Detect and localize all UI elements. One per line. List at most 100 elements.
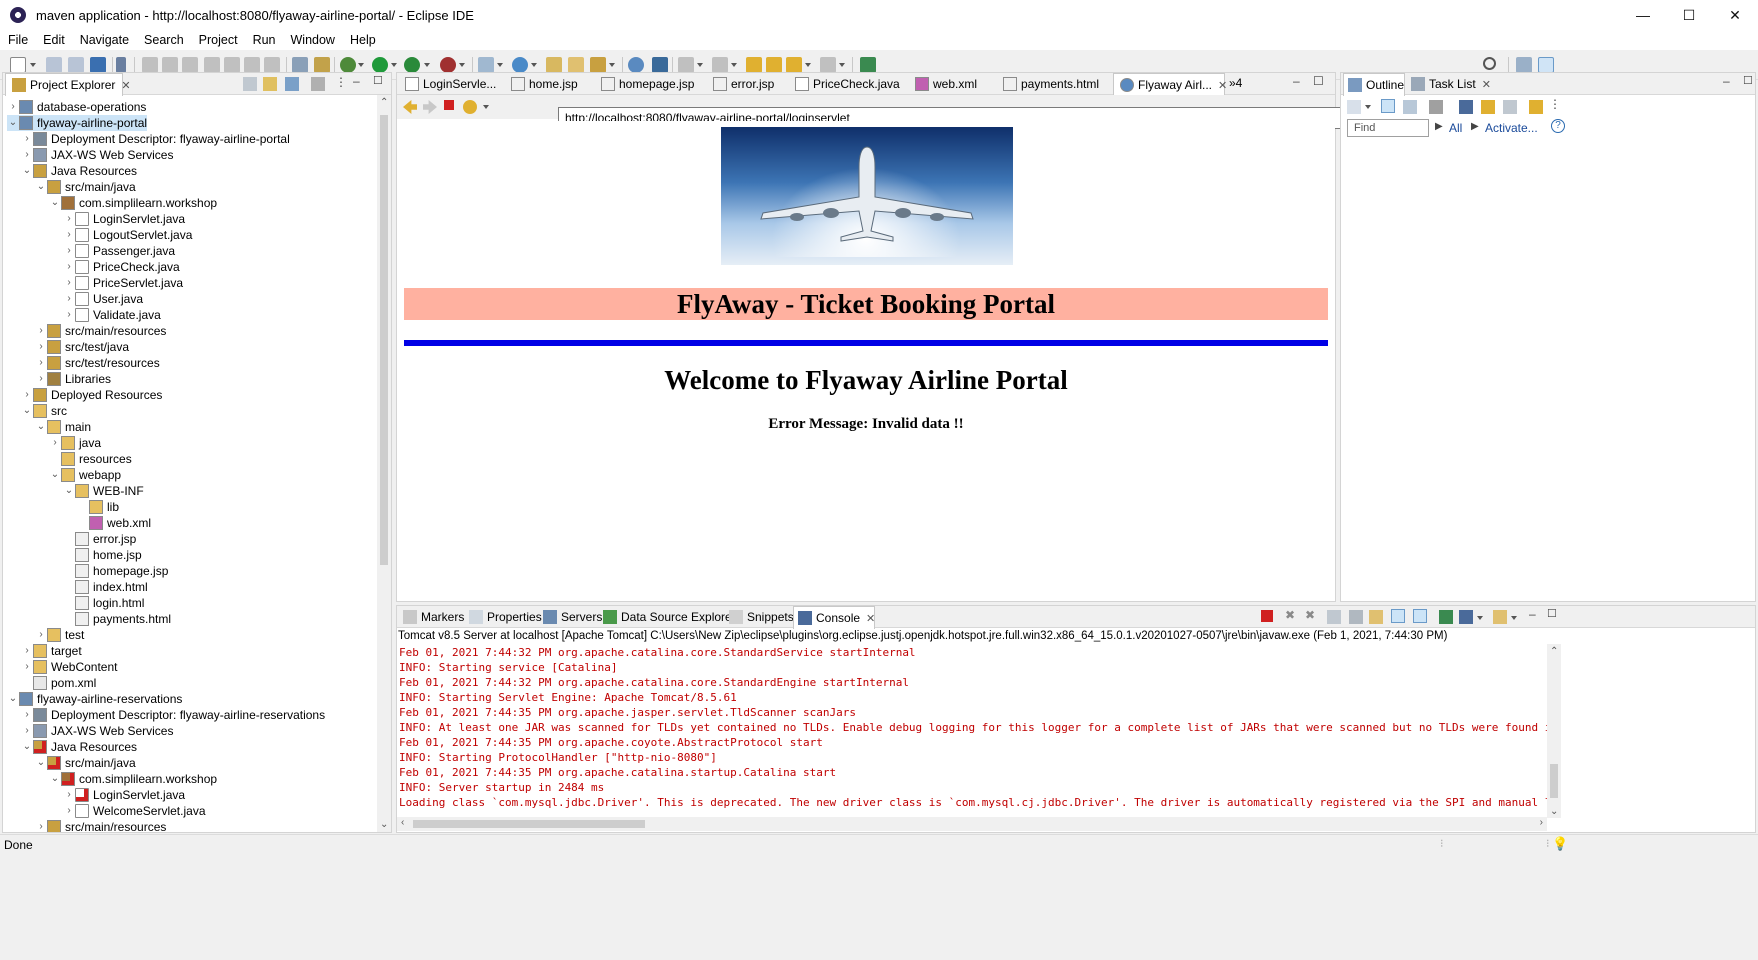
chevron-down-icon[interactable] [805, 63, 811, 67]
tree-item[interactable]: login.html [63, 595, 144, 611]
back-icon[interactable] [403, 100, 417, 114]
chevron-down-icon[interactable] [609, 63, 615, 67]
tree-item[interactable]: ⌄ webapp [49, 467, 121, 483]
refresh-icon[interactable] [463, 100, 477, 114]
collapse-arrow-icon[interactable]: › [21, 707, 33, 723]
show-on-stdout-icon[interactable] [1391, 609, 1405, 623]
terminate-icon[interactable] [1261, 610, 1273, 622]
tree-item[interactable]: ⌄ main [35, 419, 91, 435]
chevron-down-icon[interactable] [391, 63, 397, 67]
expand-arrow-icon[interactable]: ⌄ [63, 483, 75, 499]
tab-outline[interactable]: Outline [1343, 73, 1405, 96]
debug-icon[interactable] [340, 57, 356, 73]
tree-item[interactable]: › Deployment Descriptor: flyaway-airline-… [21, 707, 325, 723]
tree-item[interactable]: error.jsp [63, 531, 136, 547]
expand-arrow-icon[interactable]: ⌄ [21, 163, 33, 179]
tree-item[interactable]: › Deployment Descriptor: flyaway-airline-… [21, 131, 290, 147]
expand-arrow-icon[interactable]: ⌄ [7, 115, 19, 131]
tree-item[interactable]: › src/test/resources [35, 355, 160, 371]
open-perspective-icon[interactable] [1516, 57, 1532, 73]
collapse-arrow-icon[interactable]: › [35, 627, 47, 643]
tree-item[interactable]: ⌄ com.simplilearn.workshop [49, 195, 217, 211]
globe-icon[interactable] [628, 57, 644, 73]
collapse-arrow-icon[interactable]: › [63, 307, 75, 323]
new-task-icon[interactable] [1347, 100, 1361, 114]
collapse-all-icon[interactable] [1503, 100, 1517, 114]
remove-all-icon[interactable]: ✖ [1305, 608, 1315, 622]
open-console-icon[interactable] [1493, 610, 1507, 624]
editor-tab[interactable]: web.xml [909, 73, 995, 95]
tree-item[interactable]: › PriceCheck.java [63, 259, 180, 275]
editor-tab[interactable]: homepage.jsp [595, 73, 705, 95]
tree-item[interactable]: › JAX-WS Web Services [21, 147, 173, 163]
tree-item[interactable]: › src/test/java [35, 339, 129, 355]
tree-item[interactable]: › LoginServlet.java [63, 787, 185, 803]
tree-item[interactable]: pom.xml [21, 675, 96, 691]
minimize-view-icon[interactable]: – [1293, 74, 1300, 88]
pin-icon[interactable] [860, 57, 876, 73]
lightbulb-icon[interactable]: 💡 [1552, 836, 1568, 852]
tree-item[interactable]: › src/main/resources [35, 819, 166, 832]
tree-item[interactable]: › WelcomeServlet.java [63, 803, 206, 819]
more-tabs-button[interactable]: »4 [1229, 76, 1242, 90]
scrollbar-thumb[interactable] [413, 820, 645, 828]
tab-markers[interactable]: Markers [399, 606, 464, 628]
tree-item[interactable]: web.xml [77, 515, 151, 531]
tree-item[interactable]: › test [35, 627, 84, 643]
tree-item[interactable]: › WebContent [21, 659, 118, 675]
chevron-down-icon[interactable] [1365, 105, 1371, 109]
expand-arrow-icon[interactable]: ⌄ [49, 467, 61, 483]
jee-perspective-icon[interactable] [1538, 57, 1554, 73]
close-button[interactable]: ✕ [1712, 0, 1758, 30]
collapse-arrow-icon[interactable]: › [63, 787, 75, 803]
chevron-down-icon[interactable] [497, 63, 503, 67]
expand-arrow-icon[interactable]: ⌄ [49, 195, 61, 211]
tree-scrollbar[interactable]: ⌃ ⌄ [377, 95, 391, 832]
save-icon[interactable] [46, 57, 62, 73]
tree-item[interactable]: ⌄ src/main/java [35, 179, 136, 195]
collapse-all-icon[interactable] [243, 77, 257, 91]
focus-icon[interactable] [1429, 100, 1443, 114]
collapse-arrow-icon[interactable]: › [21, 131, 33, 147]
tree-item[interactable]: home.jsp [63, 547, 142, 563]
forward-icon[interactable] [423, 100, 437, 114]
forward-icon[interactable] [820, 57, 836, 73]
filter-icon[interactable] [285, 77, 299, 91]
chevron-down-icon[interactable] [358, 63, 364, 67]
menu-window[interactable]: Window [283, 33, 342, 47]
tree-item[interactable]: › target [21, 643, 82, 659]
tree-item[interactable]: ⌄ Java Resources [21, 739, 137, 755]
tree-item[interactable]: › User.java [63, 291, 143, 307]
last-edit-location-icon[interactable] [746, 57, 762, 73]
minimize-view-icon[interactable]: – [1529, 607, 1536, 621]
pin-console-icon[interactable] [1439, 610, 1453, 624]
collapse-arrow-icon[interactable]: › [21, 643, 33, 659]
marker-icon[interactable] [314, 57, 330, 73]
tree-item[interactable]: ⌄ src [21, 403, 67, 419]
expand-arrow-icon[interactable]: ⌄ [35, 179, 47, 195]
tree-item[interactable]: ⌄ flyaway-airline-reservations [7, 691, 182, 707]
close-icon[interactable]: ✕ [1482, 78, 1491, 91]
maximize-view-icon[interactable]: ☐ [1547, 607, 1557, 620]
expand-arrow-icon[interactable]: ⌄ [49, 771, 61, 787]
help-icon[interactable]: ? [1551, 119, 1565, 133]
editor-tab[interactable]: LoginServle... [399, 73, 503, 95]
expand-arrow-icon[interactable]: ⌄ [35, 419, 47, 435]
step-return-icon[interactable] [264, 57, 280, 73]
show-on-stderr-icon[interactable] [1413, 609, 1427, 623]
tab-servers[interactable]: Servers [539, 606, 602, 628]
tree-item[interactable]: index.html [63, 579, 148, 595]
step-into-icon[interactable] [224, 57, 240, 73]
skip-breakpoints-icon[interactable] [116, 57, 126, 73]
tab-snippets[interactable]: Snippets [725, 606, 794, 628]
chevron-down-icon[interactable] [731, 63, 737, 67]
chevron-down-icon[interactable] [1511, 616, 1517, 620]
maximize-view-icon[interactable]: ☐ [373, 74, 383, 87]
maximize-view-icon[interactable]: ☐ [1743, 74, 1753, 87]
expand-arrow-icon[interactable]: ⌄ [35, 755, 47, 771]
editor-tab[interactable]: home.jsp [505, 73, 593, 95]
link-with-editor-icon[interactable] [263, 77, 277, 91]
previous-annotation-icon[interactable] [712, 57, 728, 73]
activate-link[interactable]: Activate... [1485, 121, 1538, 135]
all-link[interactable]: All [1449, 121, 1462, 135]
